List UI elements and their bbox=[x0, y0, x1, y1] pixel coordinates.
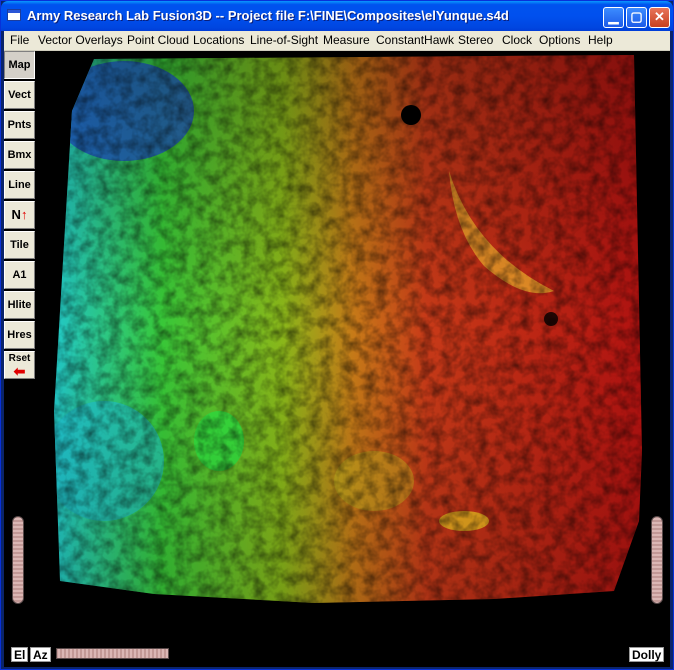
app-icon[interactable] bbox=[7, 9, 21, 21]
hres-button[interactable]: Hres bbox=[4, 321, 35, 349]
hlite-button[interactable]: Hlite bbox=[4, 291, 35, 319]
minimize-icon: ▁ bbox=[608, 9, 619, 24]
bmx-button[interactable]: Bmx bbox=[4, 141, 35, 169]
menu-measure[interactable]: Measure bbox=[323, 33, 370, 47]
elevation-label: El bbox=[11, 647, 29, 662]
menu-point-cloud[interactable]: Point Cloud bbox=[127, 33, 189, 47]
view-toolbar: Map Vect Pnts Bmx Line N↑ Tile A1 Hlite … bbox=[4, 51, 35, 381]
elevation-slider[interactable] bbox=[12, 516, 24, 604]
map-button[interactable]: Map bbox=[4, 51, 35, 79]
title-bar: Army Research Lab Fusion3D -- Project fi… bbox=[1, 1, 673, 31]
tile-button[interactable]: Tile bbox=[4, 231, 35, 259]
azimuth-label: Az bbox=[30, 647, 51, 662]
menu-clock[interactable]: Clock bbox=[502, 33, 532, 47]
menu-help[interactable]: Help bbox=[588, 33, 613, 47]
menu-vector-overlays[interactable]: Vector Overlays bbox=[38, 33, 123, 47]
azimuth-slider[interactable] bbox=[56, 648, 169, 659]
dolly-label: Dolly bbox=[629, 647, 665, 662]
menu-constanthawk[interactable]: ConstantHawk bbox=[376, 33, 454, 47]
line-button[interactable]: Line bbox=[4, 171, 35, 199]
a1-button[interactable]: A1 bbox=[4, 261, 35, 289]
rset-button[interactable]: Rset ⬅ bbox=[4, 351, 35, 379]
dolly-slider[interactable] bbox=[651, 516, 663, 604]
vect-button[interactable]: Vect bbox=[4, 81, 35, 109]
pnts-button[interactable]: Pnts bbox=[4, 111, 35, 139]
menu-file[interactable]: File bbox=[10, 33, 29, 47]
left-arrow-icon: ⬅ bbox=[13, 363, 26, 379]
close-button[interactable]: ✕ bbox=[649, 7, 670, 28]
menu-line-of-sight[interactable]: Line-of-Sight bbox=[250, 33, 318, 47]
3d-viewport[interactable] bbox=[4, 51, 670, 667]
menu-locations[interactable]: Locations bbox=[193, 33, 244, 47]
north-arrow-icon: ↑ bbox=[20, 207, 28, 222]
menu-options[interactable]: Options bbox=[539, 33, 580, 47]
menu-stereo[interactable]: Stereo bbox=[458, 33, 493, 47]
maximize-icon: ▢ bbox=[630, 9, 643, 24]
menu-bar: File Vector Overlays Point Cloud Locatio… bbox=[4, 31, 670, 51]
maximize-button[interactable]: ▢ bbox=[626, 7, 647, 28]
north-button[interactable]: N↑ bbox=[4, 201, 35, 229]
close-icon: ✕ bbox=[654, 9, 665, 24]
window-title: Army Research Lab Fusion3D -- Project fi… bbox=[27, 8, 509, 23]
north-label: N bbox=[11, 207, 21, 222]
minimize-button[interactable]: ▁ bbox=[603, 7, 624, 28]
terrain-point-cloud[interactable] bbox=[54, 51, 654, 606]
app-window: Army Research Lab Fusion3D -- Project fi… bbox=[0, 0, 674, 670]
